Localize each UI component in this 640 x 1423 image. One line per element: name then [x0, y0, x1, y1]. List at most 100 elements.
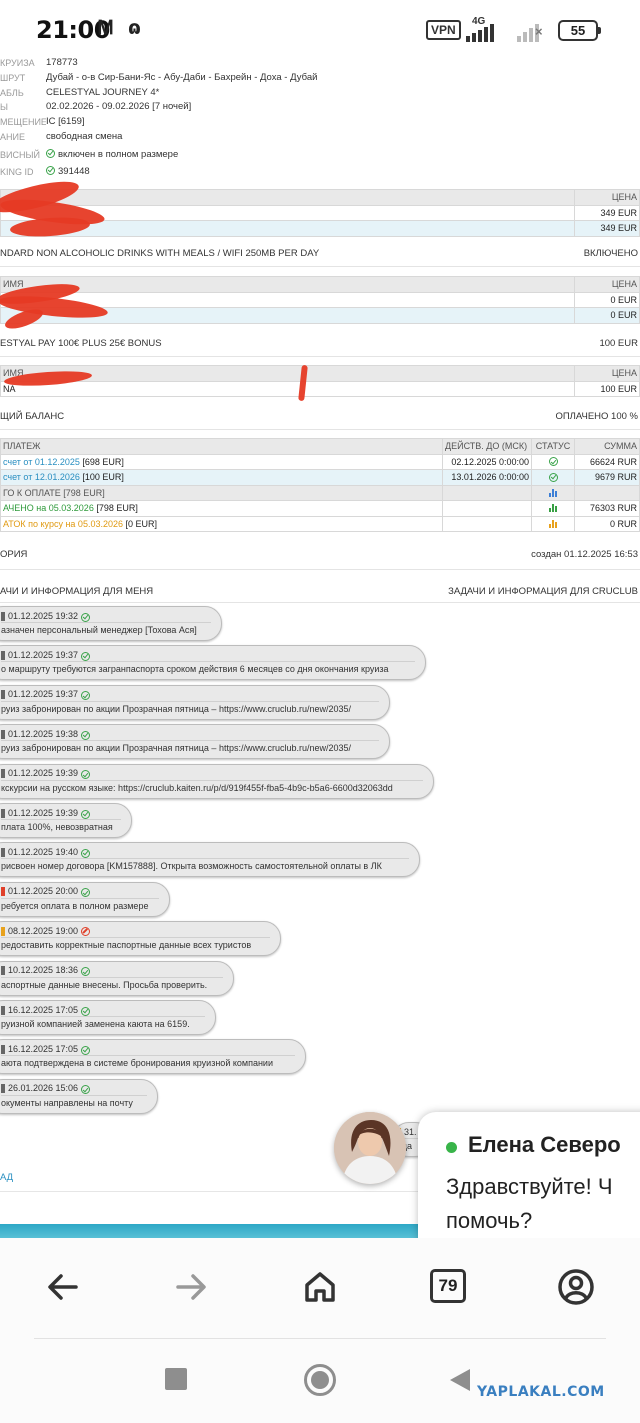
status-ok-icon	[81, 848, 91, 858]
vpn-indicator: VPN	[426, 20, 461, 40]
person-icon	[1, 966, 5, 976]
message-bubble: 01.12.2025 19:37 о маршруту требуются заг…	[0, 645, 426, 681]
booking-info: КРУИЗА 178773 ШРУТ Дубай - о-в Сир-Бани-Яс…	[0, 56, 640, 180]
recents-icon[interactable]	[165, 1368, 187, 1390]
message-date: 16.12.2025 17:05	[8, 1004, 79, 1015]
notification-icon: Ꮇ	[98, 17, 114, 39]
message-bubble: 08.12.2025 19:00 редоставить корректные п…	[0, 921, 281, 957]
message-text: редоставить корректные паспортные данные…	[1, 940, 252, 951]
message-date: 01.12.2025 19:37	[8, 689, 79, 700]
tabs-button[interactable]: 79	[430, 1269, 466, 1303]
message-text: руизной компанией заменена каюта на 6159…	[1, 1019, 190, 1029]
bar-chart-green-icon	[548, 504, 558, 513]
bar-chart-orange-icon	[548, 519, 558, 528]
status-ok-icon	[81, 1006, 91, 1016]
history-section: ОРИЯ создан 01.12.2025 16:53	[0, 540, 640, 570]
message-text: руиз забронирован по акции Прозрачная пя…	[1, 703, 352, 714]
ship-link[interactable]: CELESTYAL JOURNEY 4*	[46, 86, 159, 101]
chat-widget[interactable]: Елена Северо Здравствуйте! Ч помочь?	[418, 1112, 640, 1252]
person-icon	[1, 887, 5, 897]
info-row-cabin: МЕЩЕНИЕ IC [6159]	[0, 116, 85, 128]
message-date: 01.12.2025 19:39	[8, 807, 79, 818]
person-icon	[1, 808, 5, 818]
payments-table: ПЛАТЕЖ ДЕЙСТВ. ДО (МСК) СТАТУС СУММА сче…	[0, 438, 640, 532]
person-icon	[1, 611, 5, 621]
message-bubble: 01.12.2025 19:37 руиз забронирован по акц…	[0, 684, 390, 720]
invoice-link[interactable]: счет от 12.01.2026	[3, 472, 80, 482]
cell-signal-2-icon: ×	[517, 20, 549, 42]
status-bar: 21:00 Ꮇ ɷ VPN 4G × 55	[0, 0, 640, 50]
message-date: 08.12.2025 19:00	[8, 925, 79, 936]
person-icon	[1, 926, 5, 936]
message-text: азначен персональный менеджер [Тохова Ас…	[1, 625, 197, 635]
home-icon[interactable]	[300, 1267, 340, 1307]
invoice-link[interactable]: счет от 01.12.2025	[3, 457, 80, 467]
message-date: 01.12.2025 20:00	[8, 886, 79, 897]
person-icon	[1, 729, 5, 739]
payment-row: счет от 12.01.2026 [100 EUR] 13.01.2026 …	[0, 469, 640, 486]
message-bubble: 01.12.2025 19:32 азначен персональный мен…	[0, 606, 222, 641]
message-date: 16.12.2025 17:05	[8, 1043, 79, 1054]
message-bubble: 01.12.2025 20:00 ребуется оплата в полном…	[0, 881, 170, 917]
status-ok-icon	[548, 472, 558, 482]
message-text: ребуется оплата в полном размере	[1, 900, 149, 911]
status-ok-icon	[81, 1045, 91, 1055]
back-system-icon[interactable]	[448, 1368, 472, 1392]
chat-greeting: Здравствуйте! Ч помочь?	[446, 1174, 613, 1233]
message-bubble: 01.12.2025 19:39 плата 100%, невозвратная	[0, 803, 132, 838]
profile-icon[interactable]	[556, 1267, 596, 1307]
back-arrow-icon[interactable]	[43, 1267, 83, 1307]
operator-avatar[interactable]	[334, 1112, 406, 1184]
payment-total-row: ГО К ОПЛАТЕ [798 EUR]	[0, 484, 640, 501]
message-text: кскурсии на русском языке: https://crucl…	[1, 782, 393, 793]
person-icon	[1, 650, 5, 660]
status-ok-icon	[81, 770, 91, 780]
forward-arrow-icon[interactable]	[171, 1267, 211, 1307]
message-text: окументы направлены на почту	[1, 1097, 133, 1108]
message-text: аспортные данные внесены. Просьба провер…	[1, 979, 208, 990]
status-cancel-icon	[81, 926, 91, 936]
info-row-route: ШРУТ Дубай - о-в Сир-Бани-Яс - Абу-Даби -…	[0, 71, 318, 83]
package-bonus: ESTYAL PAY 100€ PLUS 25€ BONUS 100 EUR	[0, 331, 640, 357]
message-bubble: 16.12.2025 17:05 руизной компанией замене…	[0, 1000, 216, 1035]
message-date: 01.12.2025 19:40	[8, 846, 79, 857]
message-text: рисвоен номер договора [KM157888]. Откры…	[1, 861, 382, 872]
message-text: руиз забронирован по акции Прозрачная пя…	[1, 743, 352, 754]
message-date: 01.12.2025 19:38	[8, 728, 79, 739]
home-system-icon[interactable]	[304, 1364, 336, 1396]
bonus-table: ИМЯ ЦЕНА NA 100 EUR	[0, 365, 640, 397]
status-ok-icon	[81, 612, 91, 622]
message-bubble: 01.12.2025 19:39 кскурсии на русском язык…	[0, 763, 434, 799]
person-icon	[1, 690, 5, 700]
info-row-seating: АНИЕ свободная смена	[0, 130, 123, 142]
info-row-cruise: КРУИЗА 178773	[0, 56, 640, 71]
check-icon	[46, 165, 55, 175]
watermark: YAPLAKAL.COM	[477, 1384, 605, 1400]
bar-chart-blue-icon	[548, 488, 558, 497]
person-icon	[1, 1084, 5, 1094]
check-icon	[46, 148, 55, 158]
message-date: 01.12.2025 19:32	[8, 610, 79, 621]
status-ok-icon	[81, 730, 91, 740]
status-ok-icon	[81, 691, 91, 701]
info-row-service: ВИСНЫЙ включен в полном размере	[0, 148, 179, 160]
message-bubble: 16.12.2025 17:05 аюта подтверждена в сист…	[0, 1039, 306, 1075]
person-icon	[1, 1044, 5, 1054]
message-text: плата 100%, невозвратная	[1, 822, 113, 832]
message-date: 10.12.2025 18:36	[8, 965, 79, 976]
message-bubble: 01.12.2025 19:40 рисвоен номер договора […	[0, 842, 420, 878]
back-link[interactable]: АД	[0, 1172, 13, 1183]
cruise-number-link[interactable]: 178773	[46, 56, 78, 71]
message-date: 01.12.2025 19:37	[8, 649, 79, 660]
operator-name: Елена Северо	[468, 1132, 621, 1157]
online-status-dot	[446, 1142, 457, 1153]
info-row-dates: Ы 02.02.2026 - 09.02.2026 [7 ночей]	[0, 101, 192, 113]
message-bubble: 26.01.2026 15:06 окументы направлены на п…	[0, 1078, 158, 1114]
person-icon	[1, 1005, 5, 1015]
person-icon	[1, 847, 5, 857]
message-date: 01.12.2025 19:39	[8, 768, 79, 779]
payment-paid-row: АЧЕНО на 05.03.2026 [798 EUR] 76303 RUR	[0, 500, 640, 517]
booking-id-link[interactable]: 391448	[58, 166, 90, 177]
battery-icon: 55	[558, 20, 601, 41]
info-row-ship: АБЛЬ CELESTYAL JOURNEY 4*	[0, 86, 640, 101]
